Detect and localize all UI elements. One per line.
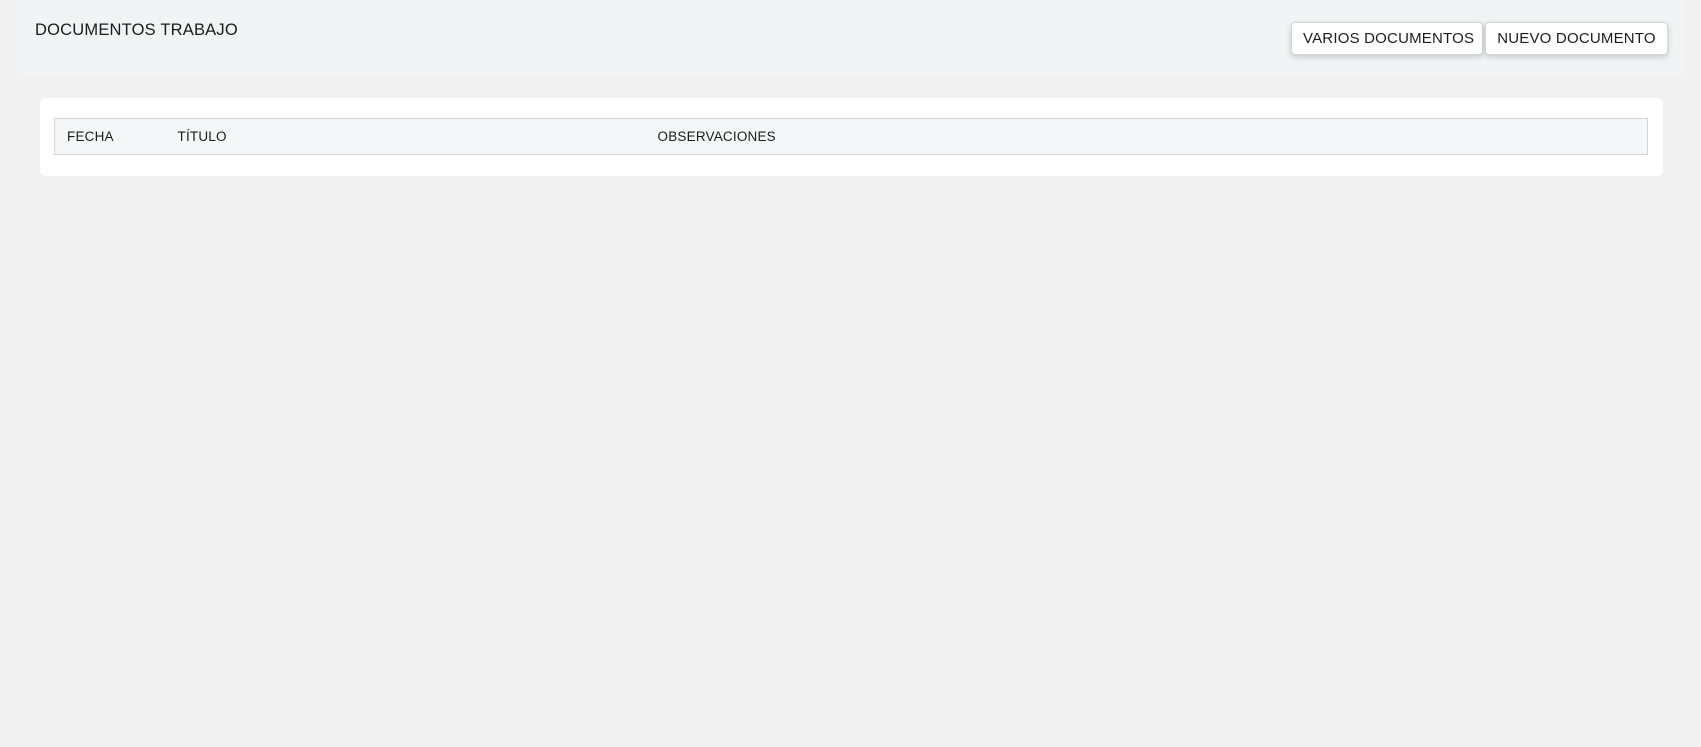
column-header-titulo[interactable]: TÍTULO [165,118,646,155]
varios-documentos-button[interactable]: VARIOS DOCUMENTOS [1291,22,1483,55]
column-header-observaciones[interactable]: OBSERVACIONES [645,118,1648,155]
documents-card: FECHA TÍTULO OBSERVACIONES [40,98,1663,176]
table-header-row: FECHA TÍTULO OBSERVACIONES [54,118,1648,155]
page-title: DOCUMENTOS TRABAJO [35,21,238,39]
page-header: DOCUMENTOS TRABAJO VARIOS DOCUMENTOS NUE… [17,0,1685,75]
documents-table: FECHA TÍTULO OBSERVACIONES [54,118,1648,155]
column-header-fecha[interactable]: FECHA [54,118,166,155]
header-actions: VARIOS DOCUMENTOS NUEVO DOCUMENTO [1291,22,1668,55]
nuevo-documento-button[interactable]: NUEVO DOCUMENTO [1485,22,1668,55]
